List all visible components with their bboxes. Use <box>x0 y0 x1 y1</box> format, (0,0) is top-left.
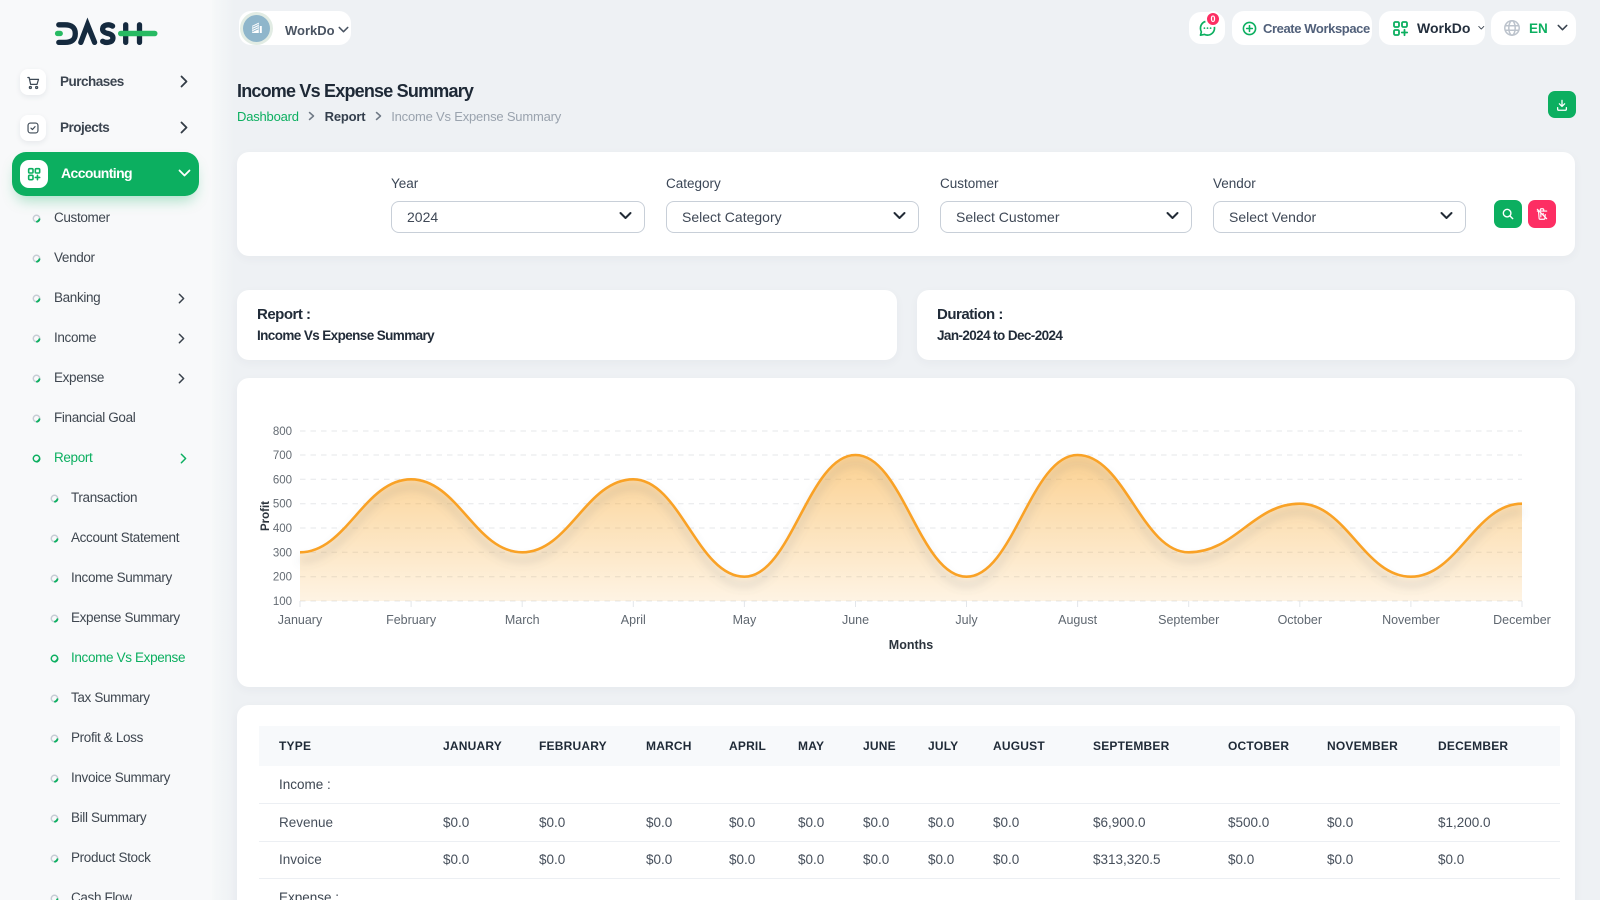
svg-text:300: 300 <box>273 547 292 559</box>
svg-text:700: 700 <box>273 450 292 462</box>
svg-text:May: May <box>733 613 757 627</box>
svg-text:February: February <box>386 613 437 627</box>
svg-text:January: January <box>278 613 323 627</box>
svg-text:100: 100 <box>273 596 292 608</box>
svg-text:October: October <box>1278 613 1322 627</box>
svg-text:December: December <box>1493 613 1551 627</box>
svg-text:Months: Months <box>889 638 933 652</box>
svg-text:June: June <box>842 613 869 627</box>
svg-text:500: 500 <box>273 499 292 511</box>
svg-text:November: November <box>1382 613 1440 627</box>
svg-text:200: 200 <box>273 572 292 584</box>
svg-text:August: August <box>1058 613 1097 627</box>
svg-text:800: 800 <box>273 426 292 438</box>
svg-text:400: 400 <box>273 523 292 535</box>
svg-text:July: July <box>955 613 978 627</box>
svg-text:600: 600 <box>273 474 292 486</box>
svg-text:Profit: Profit <box>260 501 272 531</box>
svg-text:March: March <box>505 613 540 627</box>
svg-text:September: September <box>1158 613 1219 627</box>
svg-text:April: April <box>621 613 646 627</box>
